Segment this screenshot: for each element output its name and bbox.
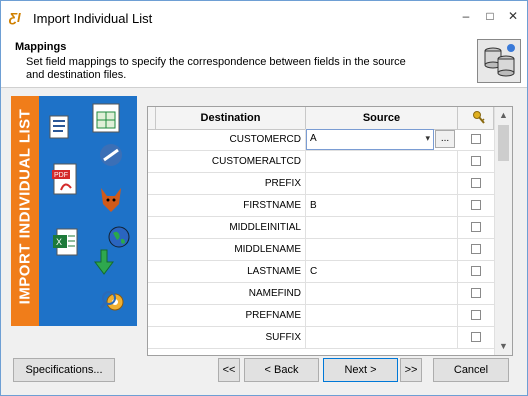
excel-icon: X <box>53 228 78 256</box>
key-cell <box>458 173 494 194</box>
table-row[interactable]: FIRSTNAME B <box>148 195 494 217</box>
green-arrow-icon <box>94 249 114 275</box>
browser-icon <box>100 144 122 166</box>
source-cell[interactable] <box>306 283 458 304</box>
scroll-down-button[interactable]: ▼ <box>495 338 512 355</box>
search-gear-icon <box>99 291 124 311</box>
destination-cell: NAMEFIND <box>156 283 306 304</box>
destination-cell: CUSTOMERCD <box>156 129 306 150</box>
row-header-corner <box>148 107 156 129</box>
globe-icon <box>108 226 130 248</box>
key-checkbox[interactable] <box>471 332 481 342</box>
key-checkbox[interactable] <box>471 288 481 298</box>
destination-column-header[interactable]: Destination <box>156 107 306 129</box>
sidebar-band: IMPORT INDIVIDUAL LIST <box>11 96 39 326</box>
source-cell[interactable] <box>306 239 458 260</box>
key-cell <box>458 239 494 260</box>
minimize-button[interactable]: – <box>457 9 475 25</box>
window-title: Import Individual List <box>33 11 153 26</box>
import-dialog-window: ƸI Import Individual List – □ ✕ Mappings… <box>0 0 528 396</box>
cancel-button[interactable]: Cancel <box>433 358 509 382</box>
source-cell[interactable] <box>306 327 458 348</box>
source-combobox[interactable]: A ▾ <box>306 129 434 150</box>
key-checkbox[interactable] <box>471 134 481 144</box>
key-cell <box>458 129 494 150</box>
destination-cell: CUSTOMERALTCD <box>156 151 306 172</box>
browse-source-button[interactable]: ... <box>435 130 455 148</box>
sidebar-banner: IMPORT INDIVIDUAL LIST PDF X <box>11 96 137 326</box>
page-title: Mappings <box>15 41 67 53</box>
destination-cell: PREFNAME <box>156 305 306 326</box>
sidebar-label: IMPORT INDIVIDUAL LIST <box>16 108 34 305</box>
source-cell[interactable] <box>306 173 458 194</box>
first-page-button[interactable]: << <box>218 358 240 382</box>
destination-cell: FIRSTNAME <box>156 195 306 216</box>
key-cell <box>458 283 494 304</box>
table-row[interactable]: MIDDLENAME <box>148 239 494 261</box>
key-cell <box>458 217 494 238</box>
app-icon: ƸI <box>9 10 21 25</box>
back-button[interactable]: < Back <box>244 358 319 382</box>
close-button[interactable]: ✕ <box>504 9 522 25</box>
scroll-thumb[interactable] <box>498 125 509 161</box>
key-cell <box>458 261 494 282</box>
key-checkbox[interactable] <box>471 244 481 254</box>
source-cell[interactable] <box>306 305 458 326</box>
source-combobox-value: A <box>310 133 317 144</box>
source-cell[interactable]: C <box>306 261 458 282</box>
svg-text:PDF: PDF <box>54 172 68 179</box>
table-row[interactable]: CUSTOMERCD A ▾... <box>148 129 494 151</box>
source-cell[interactable] <box>306 151 458 172</box>
source-cell[interactable]: B <box>306 195 458 216</box>
table-row[interactable]: PREFNAME <box>148 305 494 327</box>
scroll-up-button[interactable]: ▲ <box>495 107 512 124</box>
key-checkbox[interactable] <box>471 178 481 188</box>
key-checkbox[interactable] <box>471 200 481 210</box>
maximize-button[interactable]: □ <box>481 9 499 25</box>
table-row[interactable]: LASTNAME C <box>148 261 494 283</box>
key-icon <box>473 111 485 124</box>
key-cell <box>458 195 494 216</box>
chevron-down-icon[interactable]: ▾ <box>425 133 430 144</box>
specifications-button[interactable]: Specifications... <box>13 358 115 382</box>
spreadsheet-icon <box>92 103 120 133</box>
last-page-button[interactable]: >> <box>400 358 422 382</box>
wizard-header: Mappings Set field mappings to specify t… <box>1 35 527 88</box>
page-description: Set field mappings to specify the corres… <box>26 56 406 81</box>
key-cell <box>458 305 494 326</box>
destination-cell: PREFIX <box>156 173 306 194</box>
key-checkbox[interactable] <box>471 266 481 276</box>
pdf-icon: PDF <box>52 163 77 195</box>
word-document-icon <box>49 115 69 139</box>
key-cell <box>458 327 494 348</box>
destination-cell: MIDDLENAME <box>156 239 306 260</box>
source-cell[interactable] <box>306 217 458 238</box>
source-column-header[interactable]: Source <box>306 107 458 129</box>
next-button[interactable]: Next > <box>323 358 398 382</box>
destination-cell: MIDDLEINITIAL <box>156 217 306 238</box>
table-row[interactable]: PREFIX <box>148 173 494 195</box>
destination-cell: LASTNAME <box>156 261 306 282</box>
table-row[interactable]: MIDDLEINITIAL <box>148 217 494 239</box>
mappings-grid: Destination Source CUSTOMERCD A ▾... CUSTOM… <box>147 106 513 356</box>
key-checkbox[interactable] <box>471 156 481 166</box>
table-row[interactable]: CUSTOMERALTCD <box>148 151 494 173</box>
grid-scrollbar[interactable]: ▲ ▼ <box>494 107 512 355</box>
database-mapping-icon <box>477 39 521 83</box>
key-checkbox[interactable] <box>471 222 481 232</box>
grid-header: Destination Source <box>148 107 494 130</box>
fox-icon <box>101 188 121 212</box>
table-row[interactable]: SUFFIX <box>148 327 494 349</box>
destination-cell: SUFFIX <box>156 327 306 348</box>
key-cell <box>458 151 494 172</box>
key-column-header[interactable] <box>458 107 494 129</box>
svg-text:X: X <box>56 237 62 247</box>
table-row[interactable]: NAMEFIND <box>148 283 494 305</box>
key-checkbox[interactable] <box>471 310 481 320</box>
title-bar[interactable]: ƸI Import Individual List – □ ✕ <box>1 1 527 35</box>
